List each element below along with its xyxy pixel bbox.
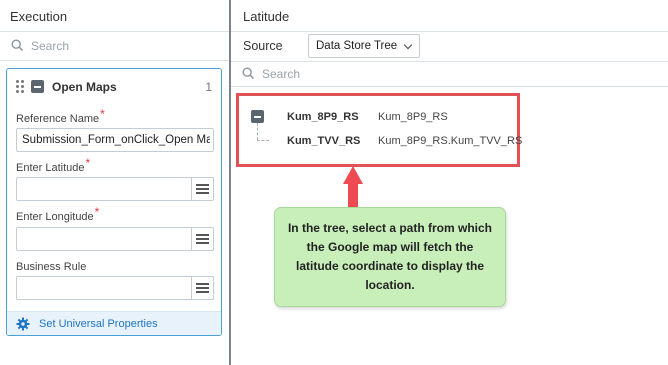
divider-line xyxy=(231,86,668,87)
list-icon[interactable] xyxy=(191,178,213,200)
list-icon[interactable] xyxy=(191,228,213,250)
tree-node-name[interactable]: Kum_TVV_RS xyxy=(287,135,360,147)
tree-node-name[interactable]: Kum_8P9_RS xyxy=(287,111,359,123)
collapse-icon[interactable] xyxy=(251,110,264,123)
tree-connector xyxy=(257,140,269,141)
set-universal-properties-button[interactable]: Set Universal Properties xyxy=(7,311,221,335)
card-title: Open Maps xyxy=(52,80,117,94)
divider-line xyxy=(0,60,229,61)
chevron-down-icon xyxy=(403,40,413,50)
open-maps-card: Open Maps 1 Reference Name* Submission_F… xyxy=(6,68,222,336)
tree-connector xyxy=(257,123,258,140)
tree-highlight-box: Kum_8P9_RS Kum_8P9_RS Kum_TVV_RS Kum_8P9… xyxy=(236,93,522,167)
arrow-up-icon xyxy=(343,166,363,184)
latitude-input[interactable] xyxy=(16,177,214,201)
gear-icon xyxy=(16,317,30,331)
reference-name-input[interactable]: Submission_Form_onClick_Open Maps xyxy=(16,128,214,152)
reference-name-label: Reference Name* xyxy=(16,107,105,125)
drag-handle-icon[interactable] xyxy=(16,80,24,94)
tree-node-path[interactable]: Kum_8P9_RS xyxy=(378,111,448,123)
search-icon xyxy=(11,39,24,52)
list-icon[interactable] xyxy=(191,277,213,299)
footer-link: Set Universal Properties xyxy=(39,318,158,330)
source-dropdown-value: Data Store Tree xyxy=(316,40,398,52)
arrow-shaft xyxy=(348,183,358,210)
execution-panel: Execution Search Open Maps 1 Reference N… xyxy=(0,0,229,365)
collapse-icon[interactable] xyxy=(31,80,44,93)
card-count: 1 xyxy=(205,80,212,94)
divider-line xyxy=(231,61,668,62)
search-input[interactable]: Search xyxy=(262,67,300,81)
panel-title: Latitude xyxy=(243,9,290,24)
annotation-callout: In the tree, select a path from which th… xyxy=(274,207,506,307)
longitude-label: Enter Longitude* xyxy=(16,205,100,223)
panel-title: Execution xyxy=(10,9,68,24)
business-rule-input[interactable] xyxy=(16,276,214,300)
source-label: Source xyxy=(243,39,283,53)
source-dropdown[interactable]: Data Store Tree xyxy=(308,34,420,58)
divider-line xyxy=(231,31,668,32)
divider-line xyxy=(0,31,229,32)
callout-text: In the tree, select a path from which th… xyxy=(287,221,493,292)
longitude-input[interactable] xyxy=(16,227,214,251)
panel-divider[interactable] xyxy=(229,0,231,365)
search-input[interactable]: Search xyxy=(31,39,69,53)
search-icon xyxy=(242,67,255,80)
reference-name-value: Submission_Form_onClick_Open Maps xyxy=(22,134,210,146)
business-rule-label: Business Rule xyxy=(16,261,87,273)
latitude-label: Enter Latitude* xyxy=(16,156,91,174)
tree-node-path[interactable]: Kum_8P9_RS.Kum_TVV_RS xyxy=(378,135,522,147)
